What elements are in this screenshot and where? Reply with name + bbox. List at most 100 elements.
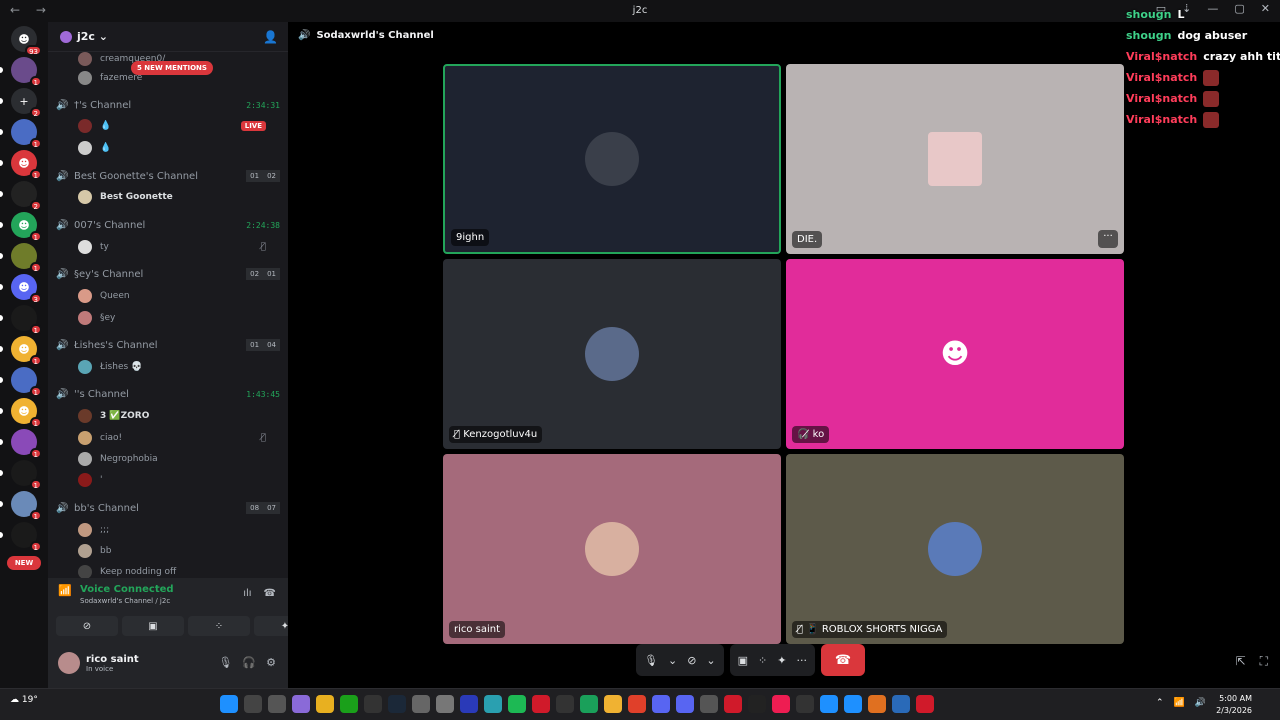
app-icon[interactable] bbox=[580, 695, 598, 713]
voice-channel[interactable]: 🔊 Łishes's Channel 01 04 bbox=[56, 336, 280, 354]
mic-icon[interactable]: 🎙 bbox=[644, 654, 658, 667]
member-item[interactable]: ciao! 🎙̸ bbox=[78, 429, 278, 447]
chrome-icon[interactable] bbox=[628, 695, 646, 713]
member-item[interactable]: §ey bbox=[78, 309, 278, 327]
app-icon[interactable] bbox=[844, 695, 862, 713]
app-icon[interactable] bbox=[748, 695, 766, 713]
server-server-icon[interactable]: 1 bbox=[0, 57, 42, 87]
voice-channel[interactable]: 🔊 †'s Channel 2:34:31 bbox=[56, 96, 280, 114]
server-discord-icon[interactable]: ☻ 1 bbox=[0, 336, 42, 366]
guild-header[interactable]: j2c ⌄ 👤 bbox=[48, 22, 288, 52]
voice-channel[interactable]: 🔊 Best Goonette's Channel 01 02 bbox=[56, 167, 280, 185]
server-server-icon[interactable]: 1 bbox=[0, 119, 42, 149]
chevron-down-icon[interactable]: ⌄ bbox=[668, 654, 677, 667]
app-icon[interactable] bbox=[460, 695, 478, 713]
search-icon[interactable] bbox=[244, 695, 262, 713]
member-item[interactable]: 3 ✅ZORO bbox=[78, 407, 278, 425]
app-icon[interactable] bbox=[892, 695, 910, 713]
voice-channel[interactable]: 🔊 ''s Channel 1:43:45 bbox=[56, 385, 280, 403]
activities-icon[interactable]: ⁘ bbox=[758, 654, 767, 667]
video-tile[interactable]: 🎙̸ 📱 ROBLOX SHORTS NIGGA bbox=[786, 454, 1124, 644]
member-item[interactable]: bb bbox=[78, 542, 278, 560]
app-icon[interactable] bbox=[556, 695, 574, 713]
app-icon[interactable] bbox=[724, 695, 742, 713]
video-tile[interactable]: 9ighn bbox=[443, 64, 781, 254]
server-server-icon[interactable]: 1 bbox=[0, 491, 42, 521]
server-server-icon[interactable]: 1 bbox=[0, 305, 42, 335]
member-item[interactable]: ty 🎙̸ bbox=[78, 238, 278, 256]
app-icon[interactable] bbox=[868, 695, 886, 713]
screen-share-icon[interactable]: ▣ bbox=[738, 654, 748, 667]
member-item[interactable]: Negrophobia bbox=[78, 450, 278, 468]
user-area[interactable]: rico saint In voice bbox=[58, 652, 139, 674]
voice-connection[interactable]: 📶 Voice Connected Sodaxwrld's Channel / … bbox=[58, 584, 174, 605]
add-user-icon[interactable]: 👤 bbox=[263, 30, 278, 44]
app-icon[interactable] bbox=[412, 695, 430, 713]
weather-widget[interactable]: ☁ 19° bbox=[10, 695, 38, 705]
disconnect-icon[interactable]: ☎ bbox=[264, 588, 276, 599]
server-add-server-icon[interactable]: +2 bbox=[0, 88, 42, 118]
server-discord-icon[interactable]: ☻ 1 bbox=[0, 150, 42, 180]
server-discord-icon[interactable]: ☻ 1 bbox=[0, 398, 42, 428]
server-discord-icon[interactable]: ☻ 1 bbox=[0, 212, 42, 242]
server-server-icon[interactable]: 2 bbox=[0, 181, 42, 211]
member-item[interactable]: 💧 LIVE bbox=[78, 117, 278, 135]
member-item[interactable]: fazemere bbox=[78, 69, 278, 87]
video-tile[interactable]: 🎙̸ Kenzogotluv4u bbox=[443, 259, 781, 449]
clock[interactable]: 5:00 AM 2/3/2026 bbox=[1216, 693, 1252, 717]
more-options-icon[interactable]: ··· bbox=[1098, 230, 1118, 248]
xbox-icon[interactable] bbox=[340, 695, 358, 713]
start-icon[interactable] bbox=[220, 695, 238, 713]
wifi-icon[interactable]: 📶 bbox=[1174, 698, 1185, 708]
copilot-icon[interactable] bbox=[292, 695, 310, 713]
app-icon[interactable] bbox=[700, 695, 718, 713]
disconnect-button[interactable]: ☎ bbox=[820, 644, 865, 676]
screen-share-button[interactable]: ▣ bbox=[122, 616, 184, 636]
chevron-down-icon[interactable]: ⌄ bbox=[706, 654, 715, 667]
server-server-icon[interactable]: 1 bbox=[0, 367, 42, 397]
server-server-icon[interactable]: 1 bbox=[0, 460, 42, 490]
voice-channel[interactable]: 🔊 §ey's Channel 02 01 bbox=[56, 265, 280, 283]
server-discord-icon[interactable]: ☻ 3 bbox=[0, 274, 42, 304]
video-tile[interactable]: ☻ 🎧̸ ko bbox=[786, 259, 1124, 449]
spotify-icon[interactable] bbox=[508, 695, 526, 713]
server-server-icon[interactable]: 1 bbox=[0, 243, 42, 273]
soundboard-icon[interactable]: ✦ bbox=[777, 654, 786, 667]
chevron-up-icon[interactable]: ⌃ bbox=[1156, 698, 1164, 708]
member-item[interactable]: Łishes 💀 bbox=[78, 358, 278, 376]
volume-icon[interactable]: 🔊 bbox=[1195, 698, 1206, 708]
app-icon[interactable] bbox=[916, 695, 934, 713]
settings-icon[interactable] bbox=[436, 695, 454, 713]
server-server-icon[interactable]: 1 bbox=[0, 522, 42, 552]
activities-button[interactable]: ⁘ bbox=[188, 616, 250, 636]
tiktok-icon[interactable] bbox=[772, 695, 790, 713]
camera-button[interactable]: ⊘ bbox=[56, 616, 118, 636]
app-icon[interactable] bbox=[364, 695, 382, 713]
gear-icon[interactable]: ⚙ bbox=[266, 656, 276, 669]
mic-icon[interactable]: 🎙 bbox=[218, 656, 232, 669]
app-icon[interactable] bbox=[652, 695, 670, 713]
steam-icon[interactable] bbox=[388, 695, 406, 713]
fullscreen-icon[interactable]: ⛶ bbox=[1260, 654, 1268, 669]
noise-suppression-icon[interactable]: ılı bbox=[243, 588, 251, 599]
task-view-icon[interactable] bbox=[268, 695, 286, 713]
member-item[interactable]: Best Goonette bbox=[78, 188, 278, 206]
server-server-icon[interactable]: 1 bbox=[0, 429, 42, 459]
folder-icon[interactable] bbox=[316, 695, 334, 713]
member-item[interactable]: 💧 bbox=[78, 139, 278, 157]
new-servers-pill[interactable]: NEW bbox=[7, 556, 41, 570]
member-item[interactable]: Queen bbox=[78, 287, 278, 305]
headphones-icon[interactable]: 🎧 bbox=[242, 656, 256, 669]
voice-channel[interactable]: 🔊 bb's Channel 08 07 bbox=[56, 499, 280, 517]
app-icon[interactable] bbox=[484, 695, 502, 713]
server-discord-home-icon[interactable]: ☻ 93 bbox=[11, 26, 42, 56]
more-icon[interactable]: ··· bbox=[796, 654, 807, 667]
camera-off-icon[interactable]: ⊘ bbox=[687, 654, 696, 667]
opera-icon[interactable] bbox=[532, 695, 550, 713]
voice-channel[interactable]: 🔊 007's Channel 2:24:38 bbox=[56, 216, 280, 234]
popout-icon[interactable]: ⇱ bbox=[1236, 654, 1246, 669]
member-item[interactable]: ;;; bbox=[78, 521, 278, 539]
app-icon[interactable] bbox=[796, 695, 814, 713]
video-tile[interactable]: rico saint bbox=[443, 454, 781, 644]
video-tile[interactable]: DIE. ··· bbox=[786, 64, 1124, 254]
